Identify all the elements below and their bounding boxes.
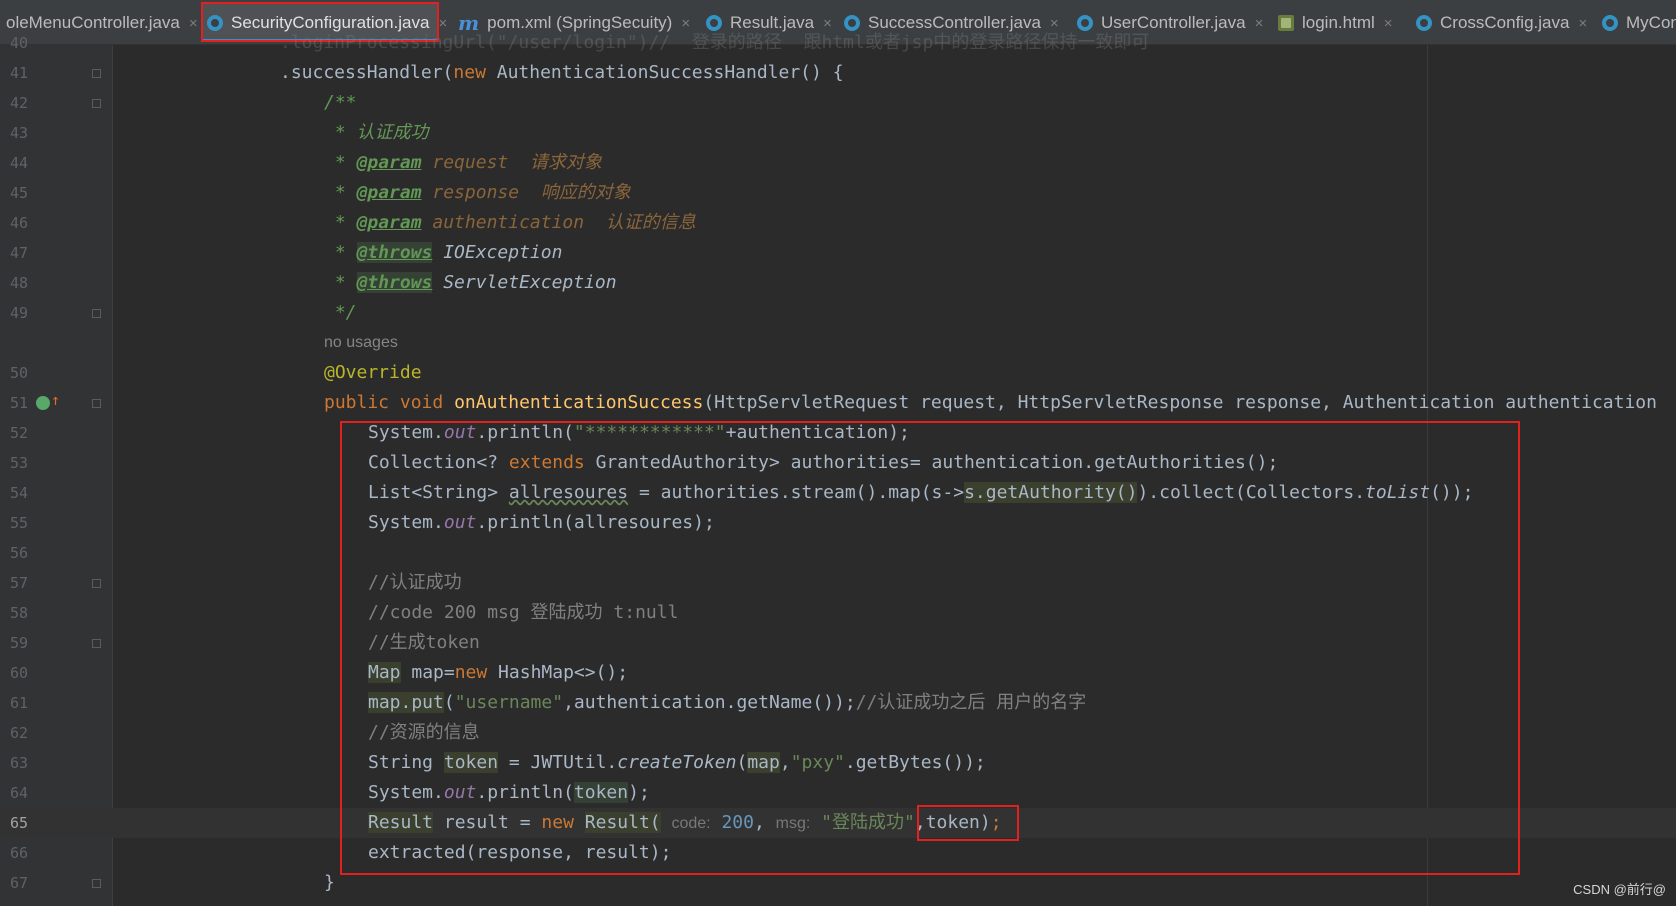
line-number[interactable]: 56 [0,544,28,562]
line-number[interactable]: 47 [0,244,28,262]
code-line-60: Map map=new HashMap<>(); [368,662,629,683]
code-line-40: .loginProcessingUrl("/user/login")// 登录的… [280,32,1150,53]
line-number[interactable]: 42 [0,94,28,112]
code-line-41: .successHandler(new AuthenticationSucces… [280,62,844,83]
line-number[interactable]: 43 [0,124,28,142]
tab-label: CrossConfig.java [1440,13,1570,32]
code-line-51: public void onAuthenticationSuccess(Http… [324,392,1657,413]
code-line-61: map.put("username",authentication.getNam… [368,692,1087,713]
html-icon [1278,15,1294,31]
tab-olemenucontroller-java[interactable]: oleMenuController.java × [0,4,201,42]
code-line-52: System.out.println("************"+authen… [368,422,910,443]
tab-login-html[interactable]: login.html × [1272,4,1405,42]
fold-toggle-icon[interactable] [92,399,101,408]
code-line-49: */ [324,302,357,323]
line-number[interactable]: 46 [0,214,28,232]
tab-label: login.html [1302,13,1375,32]
line-number[interactable]: 54 [0,484,28,502]
code-line-67: } [324,872,335,893]
fold-toggle-icon[interactable] [92,69,101,78]
line-number[interactable]: 67 [0,874,28,892]
tab-mycon[interactable]: MyCon [1596,4,1676,42]
fold-toggle-icon[interactable] [92,99,101,108]
gutter-divider [112,45,113,906]
line-number[interactable]: 50 [0,364,28,382]
code-line-44: * @param request 请求对象 [324,152,602,173]
code-line-48: * @throws ServletException [324,272,617,293]
class-icon [1602,15,1618,31]
line-number[interactable]: 40 [0,34,28,52]
fold-toggle-icon[interactable] [92,579,101,588]
close-icon[interactable]: × [1384,15,1393,32]
code-line-64: System.out.println(token); [368,782,650,803]
code-line-43: * 认证成功 [324,122,429,143]
line-number[interactable]: 45 [0,184,28,202]
code-line-50: @Override [324,362,422,383]
tab-label: oleMenuController.java [6,13,180,32]
line-number[interactable]: 49 [0,304,28,322]
line-number[interactable]: 41 [0,64,28,82]
code-line-46: * @param authentication 认证的信息 [324,212,696,233]
close-icon[interactable]: × [1578,15,1587,32]
line-number[interactable]: 60 [0,664,28,682]
code-line-58: //code 200 msg 登陆成功 t:null [368,602,679,623]
line-number[interactable]: 58 [0,604,28,622]
code-line-55: System.out.println(allresoures); [368,512,715,533]
right-margin-guide [1427,45,1428,906]
fold-toggle-icon[interactable] [92,879,101,888]
code-line-59: //生成token [368,632,480,653]
class-icon [1416,15,1432,31]
code-line-63: String token = JWTUtil.createToken(map,"… [368,752,986,773]
line-number[interactable]: 65 [0,814,28,832]
line-number[interactable]: 48 [0,274,28,292]
line-number[interactable]: 62 [0,724,28,742]
code-line-47: * @throws IOException [324,242,563,263]
close-icon[interactable]: × [1255,15,1264,32]
tab-crossconfig-java[interactable]: CrossConfig.java × [1410,4,1588,42]
override-gutter-icon[interactable] [36,391,60,410]
line-number[interactable]: 51 [0,394,28,412]
line-number[interactable]: 61 [0,694,28,712]
code-line-62: //资源的信息 [368,722,480,743]
line-number[interactable]: 52 [0,424,28,442]
tab-label: MyCon [1626,13,1676,32]
code-line-57: //认证成功 [368,572,462,593]
code-line-42: /** [324,92,357,113]
line-number[interactable]: 44 [0,154,28,172]
code-line-66: extracted(response, result); [368,842,672,863]
line-number[interactable]: 63 [0,754,28,772]
fold-toggle-icon[interactable] [92,309,101,318]
close-icon[interactable]: × [189,15,198,32]
editor-gutter [0,45,112,906]
line-number[interactable]: 57 [0,574,28,592]
fold-toggle-icon[interactable] [92,639,101,648]
line-number[interactable]: 59 [0,634,28,652]
line-number[interactable]: 55 [0,514,28,532]
code-line-45: * @param response 响应的对象 [324,182,631,203]
usages-hint[interactable]: no usages [324,334,398,352]
line-number[interactable]: 64 [0,784,28,802]
line-number[interactable]: 53 [0,454,28,472]
code-line-53: Collection<? extends GrantedAuthority> a… [368,452,1279,473]
code-line-54: List<String> allresoures = authorities.s… [368,482,1474,503]
code-line-65: Result result = new Result( code: 200, m… [368,812,1002,833]
class-icon [207,15,223,31]
line-number[interactable]: 66 [0,844,28,862]
watermark: CSDN @前行@ [1573,882,1666,897]
